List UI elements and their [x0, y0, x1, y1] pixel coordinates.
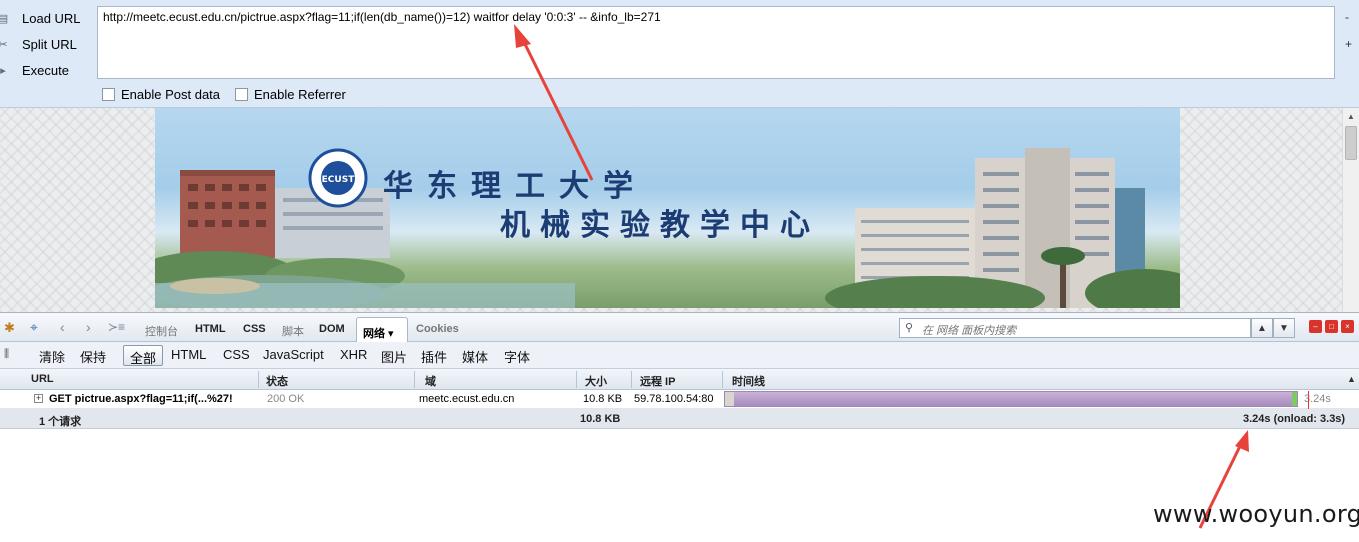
persist-button[interactable]: 保持 — [80, 347, 106, 366]
tab-script[interactable]: 脚本 — [282, 323, 304, 339]
filter-css[interactable]: CSS — [223, 347, 250, 362]
minimize-icon[interactable]: – — [1309, 320, 1322, 333]
filter-fonts[interactable]: 字体 — [504, 347, 530, 366]
search-next-button[interactable]: ▼ — [1273, 318, 1295, 338]
request-domain: meetc.ecust.edu.cn — [419, 393, 515, 405]
net-search-input[interactable]: 在 网络 面板内搜索 — [899, 318, 1251, 338]
inspect-icon[interactable]: ⌖ — [30, 319, 38, 336]
search-prev-button[interactable]: ▲ — [1251, 318, 1273, 338]
firebug-toolbar: ✱ ⌖ ‹ › ≻≡ 控制台 HTML CSS 脚本 DOM 网络 ▾ Cook… — [0, 312, 1359, 343]
increase-button[interactable]: + — [1345, 37, 1352, 51]
clear-button[interactable]: 清除 — [39, 347, 65, 366]
banner-title-line2: 机械实验教学中心 — [500, 208, 820, 243]
summary-time: 3.24s (onload: 3.3s) — [1243, 413, 1346, 425]
xhr-spy-icon[interactable]: ⫼ — [4, 348, 9, 361]
execute-label: Execute — [22, 62, 69, 78]
tab-dom[interactable]: DOM — [319, 323, 345, 335]
command-line-icon[interactable]: ≻≡ — [108, 320, 125, 334]
summary-count: 1 个请求 — [39, 416, 82, 428]
load-url-label: Load URL — [22, 10, 81, 26]
back-icon[interactable]: ‹ — [60, 319, 65, 335]
net-summary-row: 1 个请求 10.8 KB 3.24s (onload: 3.3s) — [0, 409, 1359, 429]
tab-net[interactable]: 网络 ▾ — [356, 317, 408, 343]
col-timeline[interactable]: 时间线 — [732, 373, 765, 389]
execute-button[interactable]: ▸ Execute — [0, 58, 95, 82]
execute-icon: ▸ — [0, 64, 6, 77]
tab-css[interactable]: CSS — [243, 323, 266, 335]
net-table-header: URL 状态 域 大小 远程 IP 时间线 ▲ — [0, 369, 1359, 390]
detach-icon[interactable]: □ — [1325, 320, 1338, 333]
checkbox-box[interactable] — [102, 88, 115, 101]
request-url: GET pictrue.aspx?flag=11;if(...%27! — [49, 393, 233, 405]
scroll-up-icon[interactable]: ▲ — [1343, 108, 1359, 124]
enable-post-label: Enable Post data — [121, 87, 221, 102]
timeline-bar — [724, 391, 1298, 407]
page-scrollbar[interactable]: ▲ — [1342, 108, 1359, 312]
request-status: 200 OK — [267, 393, 305, 405]
col-remote-ip[interactable]: 远程 IP — [640, 373, 675, 389]
filter-javascript[interactable]: JavaScript — [263, 347, 324, 362]
tab-cookies[interactable]: Cookies — [416, 323, 459, 335]
enable-referrer-checkbox[interactable]: Enable Referrer — [235, 87, 346, 102]
filter-media[interactable]: 媒体 — [462, 347, 488, 366]
request-remote-ip: 59.78.100.54:80 — [634, 393, 714, 405]
tab-console[interactable]: 控制台 — [145, 323, 178, 339]
sort-icon[interactable]: ▲ — [1347, 374, 1356, 384]
enable-post-checkbox[interactable]: Enable Post data — [102, 87, 220, 102]
enable-referrer-label: Enable Referrer — [254, 87, 346, 102]
scroll-thumb[interactable] — [1345, 126, 1357, 160]
close-icon[interactable]: × — [1341, 320, 1354, 333]
search-icon: ⚲ — [905, 322, 914, 334]
split-url-button[interactable]: ✂ Split URL — [0, 32, 95, 56]
onload-marker — [1308, 391, 1309, 409]
col-status[interactable]: 状态 — [266, 373, 288, 389]
load-url-icon: ▤ — [0, 12, 9, 25]
net-filter-bar: ⫼ 清除 保持 全部 HTML CSS JavaScript XHR 图片 插件… — [0, 342, 1359, 369]
split-url-icon: ✂ — [0, 38, 8, 51]
summary-size: 10.8 KB — [580, 413, 621, 425]
load-url-button[interactable]: ▤ Load URL — [0, 6, 95, 30]
filter-plugins[interactable]: 插件 — [421, 347, 447, 366]
col-url[interactable]: URL — [31, 373, 54, 385]
filter-all-button[interactable]: 全部 — [123, 345, 163, 366]
request-size: 10.8 KB — [583, 393, 623, 405]
timeline-receive-segment — [1292, 392, 1297, 406]
checkbox-box[interactable] — [235, 88, 248, 101]
firebug-bug-icon[interactable]: ✱ — [4, 320, 15, 336]
arrow-head-time — [1235, 430, 1249, 452]
watermark-text: www.wooyun.org — [1153, 500, 1359, 528]
split-url-label: Split URL — [22, 36, 77, 52]
decrease-button[interactable]: - — [1345, 10, 1349, 24]
logo-text: ECUST — [322, 175, 356, 185]
forward-icon[interactable]: › — [86, 319, 91, 335]
banner-scenery: ECUST 华东理工大学 机械实验教学中心 — [155, 148, 1180, 308]
banner-image: ECUST 华东理工大学 机械实验教学中心 — [155, 108, 1180, 308]
page-viewport: ECUST 华东理工大学 机械实验教学中心 — [0, 108, 1359, 312]
filter-images[interactable]: 图片 — [381, 347, 407, 366]
timeline-wait-segment — [725, 392, 734, 406]
tab-html[interactable]: HTML — [195, 323, 226, 335]
expand-icon[interactable]: + — [34, 394, 43, 403]
hackbar-panel: ▤ Load URL ✂ Split URL ▸ Execute http://… — [0, 0, 1359, 108]
col-size[interactable]: 大小 — [585, 373, 607, 389]
filter-xhr[interactable]: XHR — [340, 347, 367, 362]
col-domain[interactable]: 域 — [425, 373, 436, 389]
filter-html[interactable]: HTML — [171, 347, 206, 362]
banner-title-line1: 华东理工大学 — [383, 169, 647, 204]
url-textarea[interactable]: http://meetc.ecust.edu.cn/pictrue.aspx?f… — [97, 6, 1335, 79]
